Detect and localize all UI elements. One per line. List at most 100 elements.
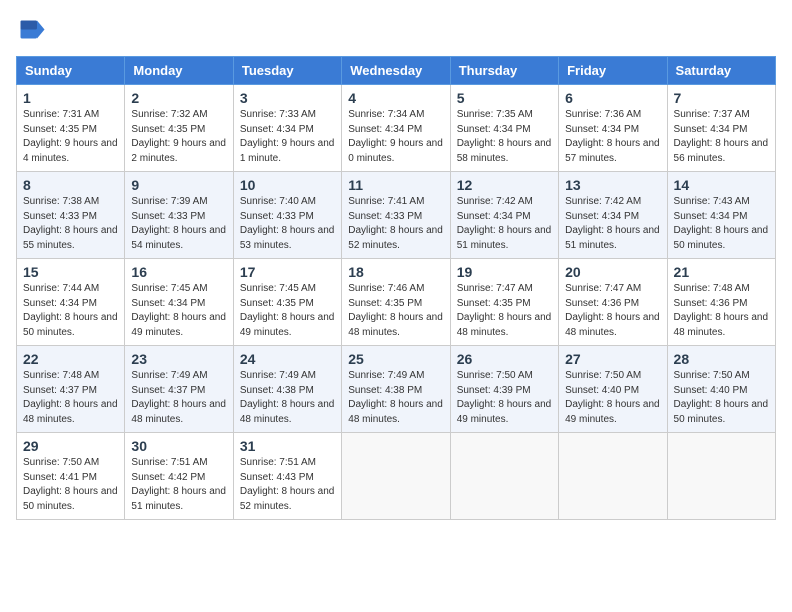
calendar-cell: 23 Sunrise: 7:49 AMSunset: 4:37 PMDayligh… — [125, 346, 233, 433]
day-info: Sunrise: 7:50 AMSunset: 4:40 PMDaylight:… — [674, 369, 769, 427]
calendar-cell: 22 Sunrise: 7:48 AMSunset: 4:37 PMDayligh… — [17, 346, 125, 433]
day-info: Sunrise: 7:31 AMSunset: 4:35 PMDaylight:… — [23, 108, 118, 166]
day-number: 22 — [23, 351, 118, 367]
calendar-cell: 24Sunrise: 7:49 AMSunset: 4:38 PMDayligh… — [233, 346, 341, 433]
day-number: 17 — [240, 264, 335, 280]
calendar-cell: 6 Sunrise: 7:36 AMSunset: 4:34 PMDaylight… — [559, 85, 667, 172]
day-number: 30 — [131, 438, 226, 454]
weekday-header: Wednesday — [342, 57, 450, 85]
day-number: 8 — [23, 177, 118, 193]
calendar-cell: 7 Sunrise: 7:37 AMSunset: 4:34 PMDaylight… — [667, 85, 775, 172]
day-info: Sunrise: 7:40 AMSunset: 4:33 PMDaylight:… — [240, 195, 335, 253]
calendar-week-row: 22 Sunrise: 7:48 AMSunset: 4:37 PMDayligh… — [17, 346, 776, 433]
day-info: Sunrise: 7:49 AMSunset: 4:38 PMDaylight:… — [348, 369, 443, 427]
day-info: Sunrise: 7:42 AMSunset: 4:34 PMDaylight:… — [565, 195, 660, 253]
day-info: Sunrise: 7:44 AMSunset: 4:34 PMDaylight:… — [23, 282, 118, 340]
calendar-week-row: 29 Sunrise: 7:50 AMSunset: 4:41 PMDayligh… — [17, 433, 776, 520]
day-number: 4 — [348, 90, 443, 106]
calendar-cell: 19 Sunrise: 7:47 AMSunset: 4:35 PMDayligh… — [450, 259, 558, 346]
day-number: 31 — [240, 438, 335, 454]
calendar-cell: 5Sunrise: 7:35 AMSunset: 4:34 PMDaylight… — [450, 85, 558, 172]
day-info: Sunrise: 7:33 AMSunset: 4:34 PMDaylight:… — [240, 108, 335, 166]
calendar-cell: 31 Sunrise: 7:51 AMSunset: 4:43 PMDayligh… — [233, 433, 341, 520]
calendar-week-row: 1 Sunrise: 7:31 AMSunset: 4:35 PMDaylight… — [17, 85, 776, 172]
day-info: Sunrise: 7:45 AMSunset: 4:34 PMDaylight:… — [131, 282, 226, 340]
logo — [16, 16, 50, 46]
calendar-body: 1 Sunrise: 7:31 AMSunset: 4:35 PMDaylight… — [17, 85, 776, 520]
day-info: Sunrise: 7:49 AMSunset: 4:37 PMDaylight:… — [131, 369, 226, 427]
day-info: Sunrise: 7:51 AMSunset: 4:42 PMDaylight:… — [131, 456, 226, 514]
day-number: 15 — [23, 264, 118, 280]
day-number: 28 — [674, 351, 769, 367]
calendar-cell — [667, 433, 775, 520]
calendar-cell: 30 Sunrise: 7:51 AMSunset: 4:42 PMDayligh… — [125, 433, 233, 520]
day-info: Sunrise: 7:49 AMSunset: 4:38 PMDaylight:… — [240, 369, 335, 427]
calendar-cell: 9Sunrise: 7:39 AMSunset: 4:33 PMDaylight… — [125, 172, 233, 259]
weekday-header: Thursday — [450, 57, 558, 85]
calendar-cell — [342, 433, 450, 520]
day-info: Sunrise: 7:42 AMSunset: 4:34 PMDaylight:… — [457, 195, 552, 253]
calendar-cell: 27Sunrise: 7:50 AMSunset: 4:40 PMDayligh… — [559, 346, 667, 433]
day-info: Sunrise: 7:35 AMSunset: 4:34 PMDaylight:… — [457, 108, 552, 166]
calendar-cell: 25 Sunrise: 7:49 AMSunset: 4:38 PMDayligh… — [342, 346, 450, 433]
calendar-cell — [559, 433, 667, 520]
day-info: Sunrise: 7:48 AMSunset: 4:36 PMDaylight:… — [674, 282, 769, 340]
day-info: Sunrise: 7:43 AMSunset: 4:34 PMDaylight:… — [674, 195, 769, 253]
page-header — [16, 16, 776, 46]
day-number: 10 — [240, 177, 335, 193]
day-number: 20 — [565, 264, 660, 280]
calendar-week-row: 15 Sunrise: 7:44 AMSunset: 4:34 PMDayligh… — [17, 259, 776, 346]
calendar-cell: 17Sunrise: 7:45 AMSunset: 4:35 PMDayligh… — [233, 259, 341, 346]
calendar-cell — [450, 433, 558, 520]
calendar-cell: 14 Sunrise: 7:43 AMSunset: 4:34 PMDayligh… — [667, 172, 775, 259]
calendar-cell: 28 Sunrise: 7:50 AMSunset: 4:40 PMDayligh… — [667, 346, 775, 433]
calendar-cell: 8 Sunrise: 7:38 AMSunset: 4:33 PMDaylight… — [17, 172, 125, 259]
day-info: Sunrise: 7:39 AMSunset: 4:33 PMDaylight:… — [131, 195, 226, 253]
calendar-cell: 13 Sunrise: 7:42 AMSunset: 4:34 PMDayligh… — [559, 172, 667, 259]
day-number: 14 — [674, 177, 769, 193]
day-info: Sunrise: 7:36 AMSunset: 4:34 PMDaylight:… — [565, 108, 660, 166]
day-number: 12 — [457, 177, 552, 193]
calendar-table: SundayMondayTuesdayWednesdayThursdayFrid… — [16, 56, 776, 520]
day-number: 1 — [23, 90, 118, 106]
day-number: 3 — [240, 90, 335, 106]
day-number: 13 — [565, 177, 660, 193]
day-info: Sunrise: 7:32 AMSunset: 4:35 PMDaylight:… — [131, 108, 226, 166]
calendar-cell: 10 Sunrise: 7:40 AMSunset: 4:33 PMDayligh… — [233, 172, 341, 259]
day-number: 6 — [565, 90, 660, 106]
day-info: Sunrise: 7:51 AMSunset: 4:43 PMDaylight:… — [240, 456, 335, 514]
calendar-cell: 20 Sunrise: 7:47 AMSunset: 4:36 PMDayligh… — [559, 259, 667, 346]
calendar-cell: 15 Sunrise: 7:44 AMSunset: 4:34 PMDayligh… — [17, 259, 125, 346]
calendar-cell: 1 Sunrise: 7:31 AMSunset: 4:35 PMDaylight… — [17, 85, 125, 172]
day-info: Sunrise: 7:47 AMSunset: 4:35 PMDaylight:… — [457, 282, 552, 340]
weekday-header: Sunday — [17, 57, 125, 85]
calendar-cell: 16 Sunrise: 7:45 AMSunset: 4:34 PMDayligh… — [125, 259, 233, 346]
day-number: 2 — [131, 90, 226, 106]
calendar-header-row: SundayMondayTuesdayWednesdayThursdayFrid… — [17, 57, 776, 85]
day-info: Sunrise: 7:37 AMSunset: 4:34 PMDaylight:… — [674, 108, 769, 166]
day-number: 19 — [457, 264, 552, 280]
day-info: Sunrise: 7:50 AMSunset: 4:41 PMDaylight:… — [23, 456, 118, 514]
calendar-cell: 4Sunrise: 7:34 AMSunset: 4:34 PMDaylight… — [342, 85, 450, 172]
day-number: 21 — [674, 264, 769, 280]
day-number: 25 — [348, 351, 443, 367]
weekday-header: Monday — [125, 57, 233, 85]
calendar-cell: 3 Sunrise: 7:33 AMSunset: 4:34 PMDaylight… — [233, 85, 341, 172]
calendar-cell: 29 Sunrise: 7:50 AMSunset: 4:41 PMDayligh… — [17, 433, 125, 520]
day-number: 29 — [23, 438, 118, 454]
calendar-cell: 11Sunrise: 7:41 AMSunset: 4:33 PMDayligh… — [342, 172, 450, 259]
calendar-cell: 21 Sunrise: 7:48 AMSunset: 4:36 PMDayligh… — [667, 259, 775, 346]
day-number: 7 — [674, 90, 769, 106]
day-info: Sunrise: 7:48 AMSunset: 4:37 PMDaylight:… — [23, 369, 118, 427]
day-number: 27 — [565, 351, 660, 367]
weekday-header: Tuesday — [233, 57, 341, 85]
calendar-cell: 2 Sunrise: 7:32 AMSunset: 4:35 PMDaylight… — [125, 85, 233, 172]
day-number: 16 — [131, 264, 226, 280]
calendar-cell: 18Sunrise: 7:46 AMSunset: 4:35 PMDayligh… — [342, 259, 450, 346]
day-number: 23 — [131, 351, 226, 367]
day-info: Sunrise: 7:50 AMSunset: 4:39 PMDaylight:… — [457, 369, 552, 427]
day-info: Sunrise: 7:47 AMSunset: 4:36 PMDaylight:… — [565, 282, 660, 340]
day-info: Sunrise: 7:38 AMSunset: 4:33 PMDaylight:… — [23, 195, 118, 253]
calendar-cell: 12 Sunrise: 7:42 AMSunset: 4:34 PMDayligh… — [450, 172, 558, 259]
day-number: 26 — [457, 351, 552, 367]
